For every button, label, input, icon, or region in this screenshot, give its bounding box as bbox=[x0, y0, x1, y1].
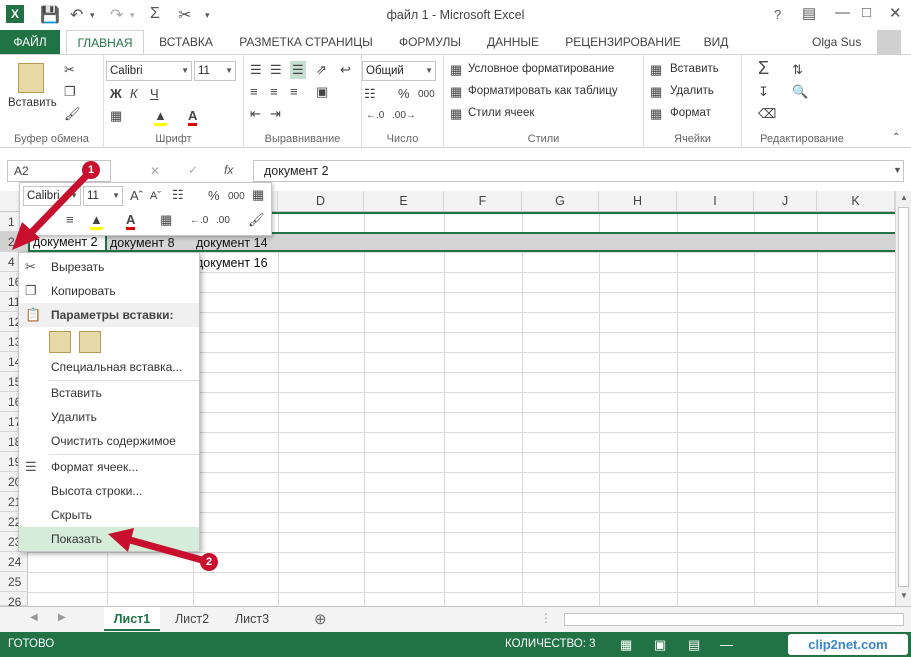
page-layout-view-icon[interactable]: ▣ bbox=[654, 632, 666, 657]
next-sheet-icon[interactable]: ▶ bbox=[58, 612, 66, 623]
horizontal-scrollbar[interactable] bbox=[564, 613, 904, 626]
status-count: КОЛИЧЕСТВО: 3 bbox=[505, 638, 596, 650]
add-sheet-icon[interactable]: ⊕ bbox=[314, 610, 327, 628]
sheet-tab-3[interactable]: Лист3 bbox=[224, 607, 280, 631]
status-ready: ГОТОВО bbox=[8, 638, 55, 650]
arrow-2-shaft bbox=[126, 536, 206, 564]
prev-sheet-icon[interactable]: ◀ bbox=[30, 612, 38, 623]
arrow-2-head bbox=[108, 528, 134, 552]
clip2net-watermark: clip2net.com bbox=[788, 634, 908, 655]
sheet-scroll-options-icon: ⋮ bbox=[540, 611, 552, 625]
annotation-arrows bbox=[12, 172, 206, 564]
arrow-1-shaft bbox=[26, 172, 90, 238]
sheet-tabs-bar: ◀ ▶ Лист1 Лист2 Лист3 ⊕ ⋮ bbox=[0, 606, 911, 632]
sheet-tab-2[interactable]: Лист2 bbox=[164, 607, 220, 631]
step-1-badge: 1 bbox=[82, 161, 100, 179]
status-bar: ГОТОВО КОЛИЧЕСТВО: 3 ▦ ▣ ▤ — clip2net.co… bbox=[0, 632, 911, 657]
step-2-badge: 2 bbox=[200, 553, 218, 571]
sheet-tab-1[interactable]: Лист1 bbox=[104, 607, 160, 631]
page-break-view-icon[interactable]: ▤ bbox=[688, 632, 700, 657]
normal-view-icon[interactable]: ▦ bbox=[620, 632, 632, 657]
zoom-out-icon[interactable]: — bbox=[720, 632, 733, 657]
